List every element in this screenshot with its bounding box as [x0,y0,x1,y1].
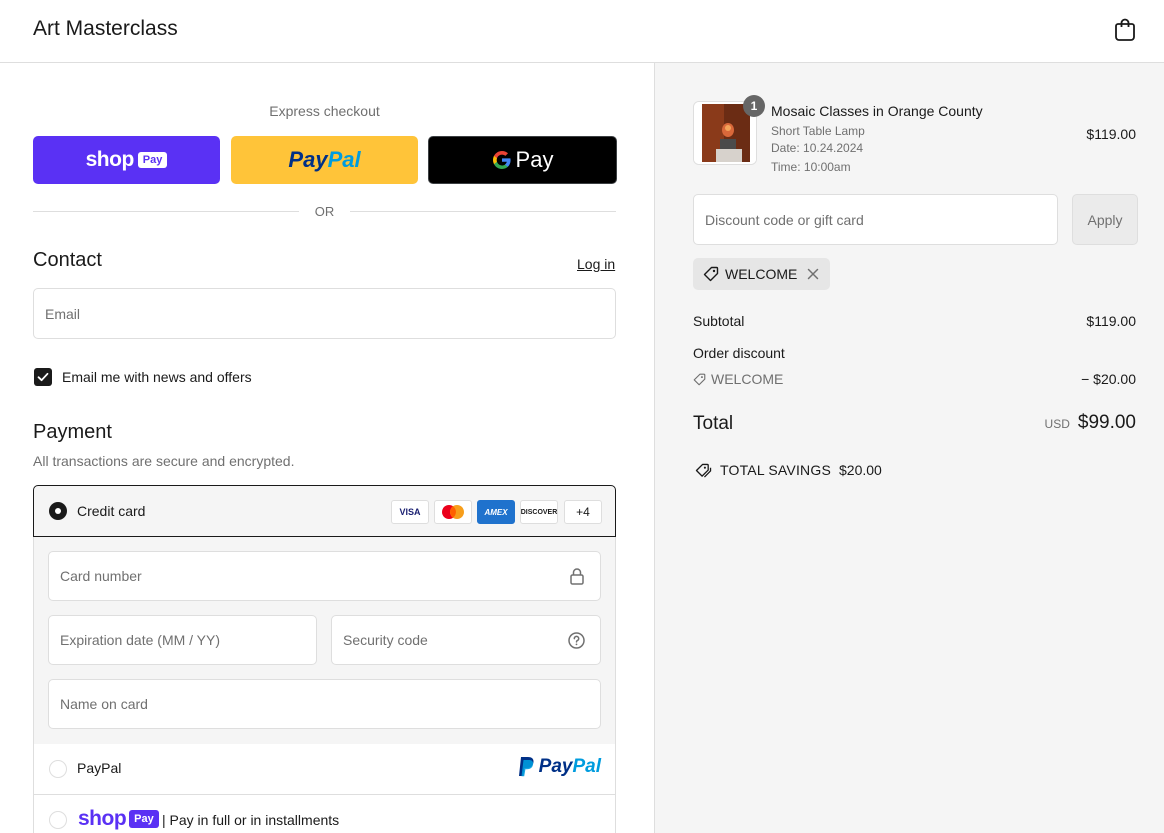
mastercard-icon [434,500,472,524]
amex-icon: AMEX [477,500,515,524]
remove-discount-icon[interactable] [807,268,819,280]
name-on-card-field[interactable] [48,679,601,729]
email-input[interactable] [34,289,615,338]
header: Art Masterclass [0,0,1164,63]
subtotal-label: Subtotal [693,313,745,329]
more-cards-badge: +4 [564,500,602,524]
card-fields-area [33,537,616,744]
contact-heading: Contact [33,249,102,271]
currency-code: USD [1044,417,1070,431]
shop-pay-radio[interactable] [49,811,67,829]
product-date: Date: 10.24.2024 [771,141,864,155]
google-g-icon [492,151,511,169]
expiration-field[interactable] [48,615,317,665]
google-pay-button[interactable]: Pay [428,136,617,184]
shop-pay-installments-option[interactable]: shop Pay | Pay in full or in installment… [33,795,616,833]
subtotal-value: $119.00 [1086,313,1136,329]
shop-pay-wordmark: shop [85,148,135,171]
tag-icon [693,373,706,385]
applied-discount-chip: WELCOME [693,258,830,290]
shop-pay-installments-label: | Pay in full or in installments [162,812,340,828]
payment-security-note: All transactions are secure and encrypte… [33,453,295,469]
security-code-field[interactable] [331,615,601,665]
total-savings-label: TOTAL SAVINGS [720,462,831,478]
credit-card-radio[interactable] [49,502,67,520]
paypal-logo: PayPal [517,756,601,778]
tags-icon [695,463,712,478]
product-price: $119.00 [1086,126,1136,142]
email-field[interactable] [33,288,616,339]
shopping-bag-icon[interactable] [1114,17,1136,41]
total-label: Total [693,413,734,434]
newsletter-label[interactable]: Email me with news and offers [62,369,252,385]
shop-pay-badge: Pay [129,810,159,828]
or-label: OR [314,204,335,219]
card-number-field[interactable] [48,551,601,601]
store-name[interactable]: Art Masterclass [33,17,178,41]
total-row: USD $99.00 [1045,412,1136,434]
product-time: Time: 10:00am [771,160,851,174]
order-discount-label: Order discount [693,345,785,361]
credit-card-option[interactable]: Credit card VISA AMEX DISCOVER +4 [33,485,616,537]
apply-button[interactable]: Apply [1072,194,1138,245]
shop-pay-wordmark: shop [78,807,127,830]
visa-icon: VISA [391,500,429,524]
quantity-badge: 1 [743,95,765,117]
discount-code-row: WELCOME [693,371,783,387]
shop-pay-badge: Pay [137,152,168,168]
lock-icon [570,568,584,585]
credit-card-label: Credit card [77,503,146,519]
discount-code-field[interactable] [693,194,1058,245]
security-code-input[interactable] [332,616,600,664]
discover-icon: DISCOVER [520,500,558,524]
help-icon[interactable] [568,632,585,649]
order-summary: 1 Mosaic Classes in Orange County Short … [654,63,1164,833]
discount-code-label: WELCOME [711,371,784,387]
paypal-radio[interactable] [49,760,67,778]
total-savings-row: TOTAL SAVINGS $20.00 [695,462,882,478]
google-pay-logo: Pay [492,147,554,173]
applied-code-label: WELCOME [725,266,798,282]
newsletter-checkbox[interactable] [34,368,52,386]
total-value: $99.00 [1077,412,1136,433]
expiration-input[interactable] [49,616,316,664]
card-number-input[interactable] [49,552,600,600]
shop-pay-button[interactable]: shop Pay [33,136,220,184]
paypal-logo: PayPal [288,147,361,172]
paypal-p-icon [518,757,534,777]
express-checkout-title: Express checkout [269,103,380,119]
shop-pay-logo: shop Pay [78,807,159,831]
checkout-main: Express checkout shop Pay PayPal Pay OR … [0,63,654,833]
product-name: Mosaic Classes in Orange County [771,103,983,119]
paypal-option[interactable]: PayPal PayPal [33,744,616,795]
product-variant: Short Table Lamp [771,124,865,138]
total-savings-value: $20.00 [839,462,882,478]
or-divider: OR [33,203,616,221]
discount-value: − $20.00 [1081,371,1136,387]
name-on-card-input[interactable] [49,680,600,728]
checkmark-icon [37,372,49,382]
google-pay-word: Pay [515,147,554,172]
paypal-option-label: PayPal [77,760,122,776]
paypal-express-button[interactable]: PayPal [231,136,418,184]
payment-heading: Payment [33,421,112,443]
discount-code-input[interactable] [694,195,1057,244]
tag-icon [703,266,719,282]
login-link[interactable]: Log in [577,256,615,272]
